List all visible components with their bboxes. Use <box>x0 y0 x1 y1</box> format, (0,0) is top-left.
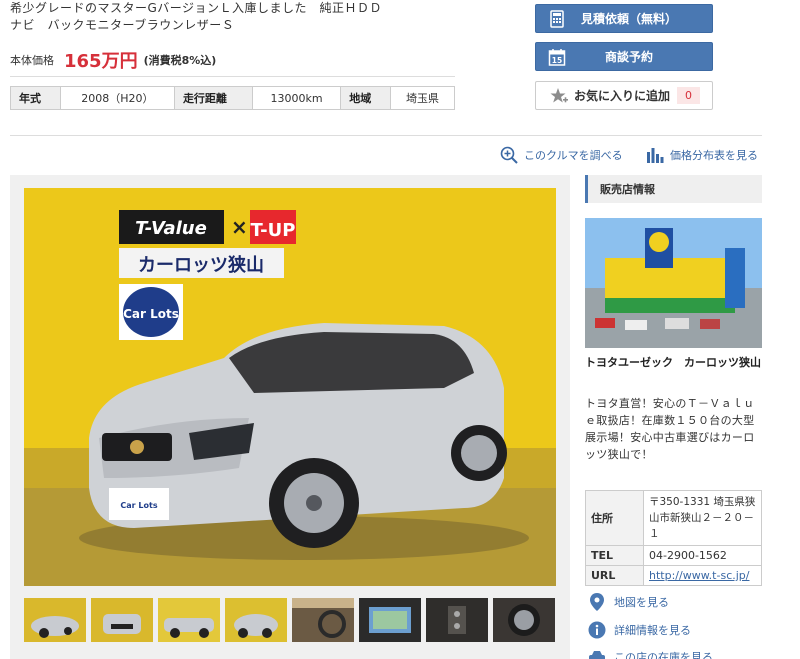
thumbnail-image <box>234 614 278 638</box>
map-pin-icon <box>588 593 606 611</box>
dealer-info-table: 住所 〒350-1331 埼玉県狭山市新狭山２－２０－１ TEL 04-2900… <box>585 490 762 586</box>
detail-info-label: 詳細情報を見る <box>614 624 691 637</box>
thumbnail-navigation[interactable] <box>359 598 421 642</box>
calendar-icon: 15 <box>548 49 566 66</box>
thumbnail-wheel[interactable] <box>493 598 555 642</box>
address-label: 住所 <box>585 490 644 546</box>
plate-text: Car Lots <box>120 501 157 510</box>
spec-region-value: 埼玉県 <box>390 86 455 110</box>
shop-stock-link[interactable]: この店の在庫を見る <box>588 647 713 659</box>
dealer-shop-photo[interactable] <box>585 218 762 348</box>
view-map-label: 地図を見る <box>614 596 669 609</box>
divider <box>10 135 762 136</box>
car-icon <box>588 648 606 659</box>
carlots-logo-text: Car Lots <box>123 307 179 321</box>
table-row: 年式 2008（H20） 走行距離 13000km 地域 埼玉県 <box>10 86 455 110</box>
favorite-count-badge: 0 <box>677 87 700 104</box>
table-row: 住所 〒350-1331 埼玉県狭山市新狭山２－２０－１ <box>585 490 762 546</box>
spec-year-label: 年式 <box>10 86 61 110</box>
description-line-1: 希少グレードのマスターGバージョンＬ入庫しました 純正ＨＤＤ <box>10 1 383 15</box>
thumbnail-image <box>448 606 466 634</box>
thumbnail-interior-dash[interactable] <box>292 598 354 642</box>
thumbnail-image <box>164 618 214 638</box>
thumbnail-front[interactable] <box>91 598 153 642</box>
table-row: URL http://www.t-sc.jp/ <box>585 565 762 586</box>
price-row: 本体価格 165万円 (消費税8%込) <box>10 46 216 74</box>
spec-mileage-label: 走行距離 <box>173 86 253 110</box>
view-map-link[interactable]: 地図を見る <box>588 592 669 612</box>
detail-info-link[interactable]: 詳細情報を見る <box>588 620 691 640</box>
thumbnail-front-left[interactable] <box>24 598 86 642</box>
shop-sign-text: カーロッツ狭山 <box>138 254 264 276</box>
divider <box>10 76 455 77</box>
spec-year-value: 2008（H20） <box>59 86 175 110</box>
price-label: 本体価格 <box>10 54 54 67</box>
thumbnail-image <box>369 607 411 633</box>
thumbnail-image <box>292 598 354 638</box>
svg-text:15: 15 <box>552 56 562 65</box>
calculator-icon <box>550 10 564 28</box>
add-favorite-button[interactable]: お気に入りに追加 0 <box>535 81 713 110</box>
star-plus-icon <box>550 87 568 102</box>
price-tax: (消費税8%込) <box>143 54 217 67</box>
tel-value: 04-2900-1562 <box>643 545 762 566</box>
thumbnail-image <box>103 614 141 634</box>
listing-description: 希少グレードのマスターGバージョンＬ入庫しました 純正ＨＤＤ ナビ バックモニタ… <box>10 0 455 34</box>
thumbnail-image <box>31 616 79 638</box>
table-row: TEL 04-2900-1562 <box>585 545 762 566</box>
research-car-link[interactable]: このクルマを調べる <box>500 145 623 165</box>
spec-mileage-value: 13000km <box>251 86 342 110</box>
url-label: URL <box>585 565 644 586</box>
thumbnail-side[interactable] <box>158 598 220 642</box>
spec-table: 年式 2008（H20） 走行距離 13000km 地域 埼玉県 <box>10 86 455 110</box>
zoom-in-icon <box>500 146 518 164</box>
estimate-request-button[interactable]: 見積依頼（無料） <box>535 4 713 33</box>
svg-text:×: × <box>231 215 248 239</box>
dealer-url-link[interactable]: http://www.t-sc.jp/ <box>649 569 749 582</box>
thumbnail-strip <box>24 598 556 659</box>
tvalue-sign-text: T-Value <box>135 218 207 239</box>
car-photo-image: T-Value × T-UP カーロッツ狭山 Car Lots Car Lots <box>24 188 556 586</box>
main-car-photo[interactable]: T-Value × T-UP カーロッツ狭山 Car Lots Car Lots <box>24 188 556 586</box>
shop-stock-label: この店の在庫を見る <box>614 651 713 659</box>
price-distribution-label: 価格分布表を見る <box>670 149 758 162</box>
add-favorite-label: お気に入りに追加 <box>574 89 671 103</box>
research-car-label: このクルマを調べる <box>524 149 623 162</box>
thumbnail-interior-console[interactable] <box>426 598 488 642</box>
price-value: 165万円 <box>64 51 138 72</box>
url-cell: http://www.t-sc.jp/ <box>643 565 762 586</box>
spec-region-label: 地域 <box>340 86 392 110</box>
thumbnail-rear[interactable] <box>225 598 287 642</box>
bar-chart-icon <box>647 148 664 163</box>
dealer-description: トヨタ直営！安心のＴ－Ｖａｌｕｅ取扱店！在庫数１５０台の大型展示場！安心中古車選… <box>585 397 755 461</box>
address-value: 〒350-1331 埼玉県狭山市新狭山２－２０－１ <box>643 490 762 546</box>
description-line-2: ナビ バックモニターブラウンレザーＳ <box>10 18 235 32</box>
dealer-section-header: 販売店情報 <box>585 175 762 203</box>
info-icon <box>588 621 606 639</box>
thumbnail-image <box>508 604 540 636</box>
tup-sign-text: T-UP <box>251 220 296 241</box>
price-distribution-link[interactable]: 価格分布表を見る <box>646 145 758 165</box>
shop-photo-image <box>585 218 762 348</box>
tel-label: TEL <box>585 545 644 566</box>
dealer-name[interactable]: トヨタユーゼック カーロッツ狭山 <box>585 355 762 371</box>
meeting-reservation-button[interactable]: 15 商談予約 <box>535 42 713 71</box>
